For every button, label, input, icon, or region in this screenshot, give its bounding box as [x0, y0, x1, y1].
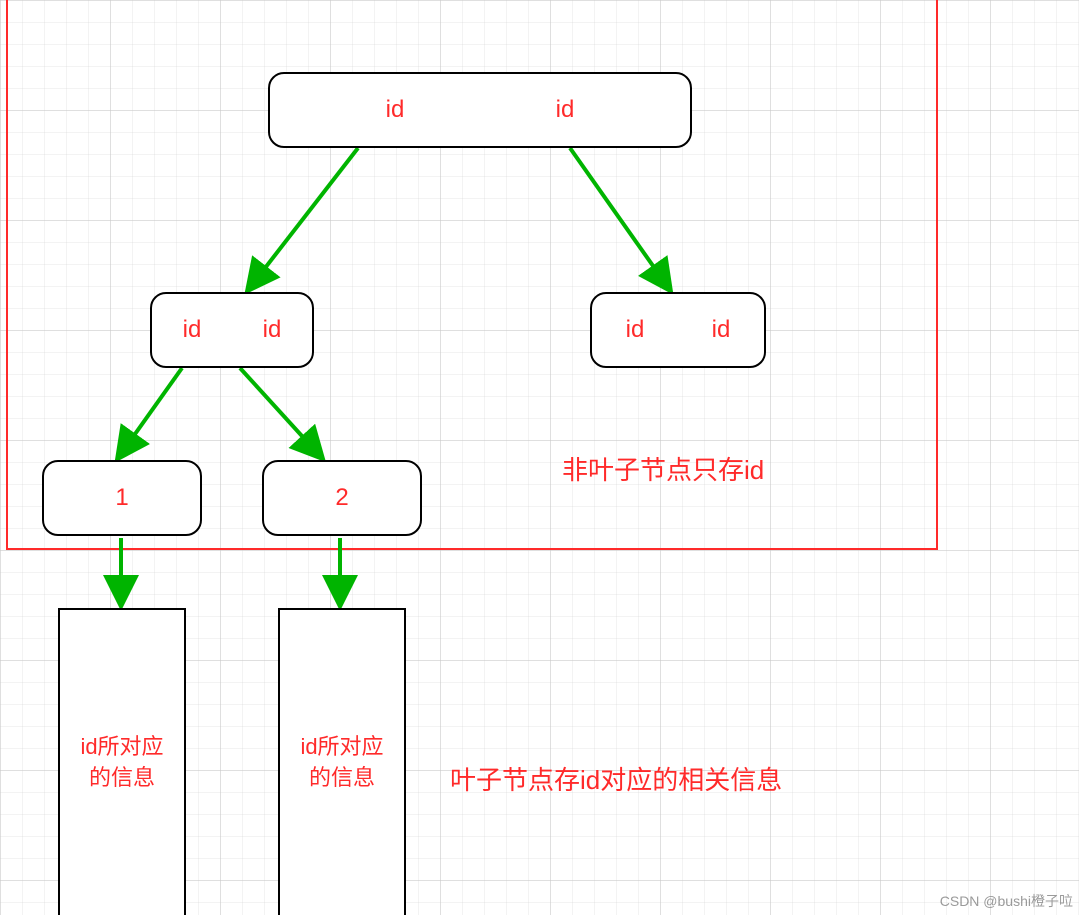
small-node-1: 1	[42, 460, 202, 536]
mid-right-label-1: id	[626, 316, 645, 344]
annotation-non-leaf-text: 非叶子节点只存id	[562, 455, 764, 485]
arrow-root-to-midright	[570, 148, 670, 290]
diagram-canvas: id id id id id id 1 2 id所对应 的信息 id所对应 的信…	[0, 0, 1079, 915]
leaf-node-1: id所对应 的信息	[58, 608, 186, 915]
mid-left-label-1: id	[183, 316, 202, 344]
arrow-midleft-to-small1	[118, 368, 182, 458]
mid-left-label-2: id	[263, 316, 282, 344]
small-node-1-label: 1	[115, 484, 128, 512]
leaf-node-1-text: id所对应 的信息	[80, 732, 163, 794]
arrow-root-to-midleft	[248, 148, 358, 290]
leaf-node-2-text: id所对应 的信息	[300, 732, 383, 794]
leaf-node-2-line2: 的信息	[309, 765, 375, 790]
leaf-node-1-line1: id所对应	[80, 734, 163, 759]
small-node-2-label: 2	[335, 484, 348, 512]
root-node: id id	[268, 72, 692, 148]
annotation-non-leaf: 非叶子节点只存id	[562, 450, 764, 487]
annotation-leaf: 叶子节点存id对应的相关信息	[450, 760, 782, 797]
leaf-node-2: id所对应 的信息	[278, 608, 406, 915]
mid-right-node: id id	[590, 292, 766, 368]
leaf-node-1-line2: 的信息	[89, 765, 155, 790]
mid-left-node: id id	[150, 292, 314, 368]
watermark: CSDN @bushi橙子㕸	[940, 891, 1073, 911]
small-node-2: 2	[262, 460, 422, 536]
leaf-node-2-line1: id所对应	[300, 734, 383, 759]
annotation-leaf-text: 叶子节点存id对应的相关信息	[450, 765, 782, 795]
mid-right-label-2: id	[712, 316, 731, 344]
root-right-label: id	[556, 96, 575, 124]
root-left-label: id	[386, 96, 405, 124]
watermark-text: CSDN @bushi橙子㕸	[940, 893, 1073, 909]
arrow-midleft-to-small2	[240, 368, 322, 458]
